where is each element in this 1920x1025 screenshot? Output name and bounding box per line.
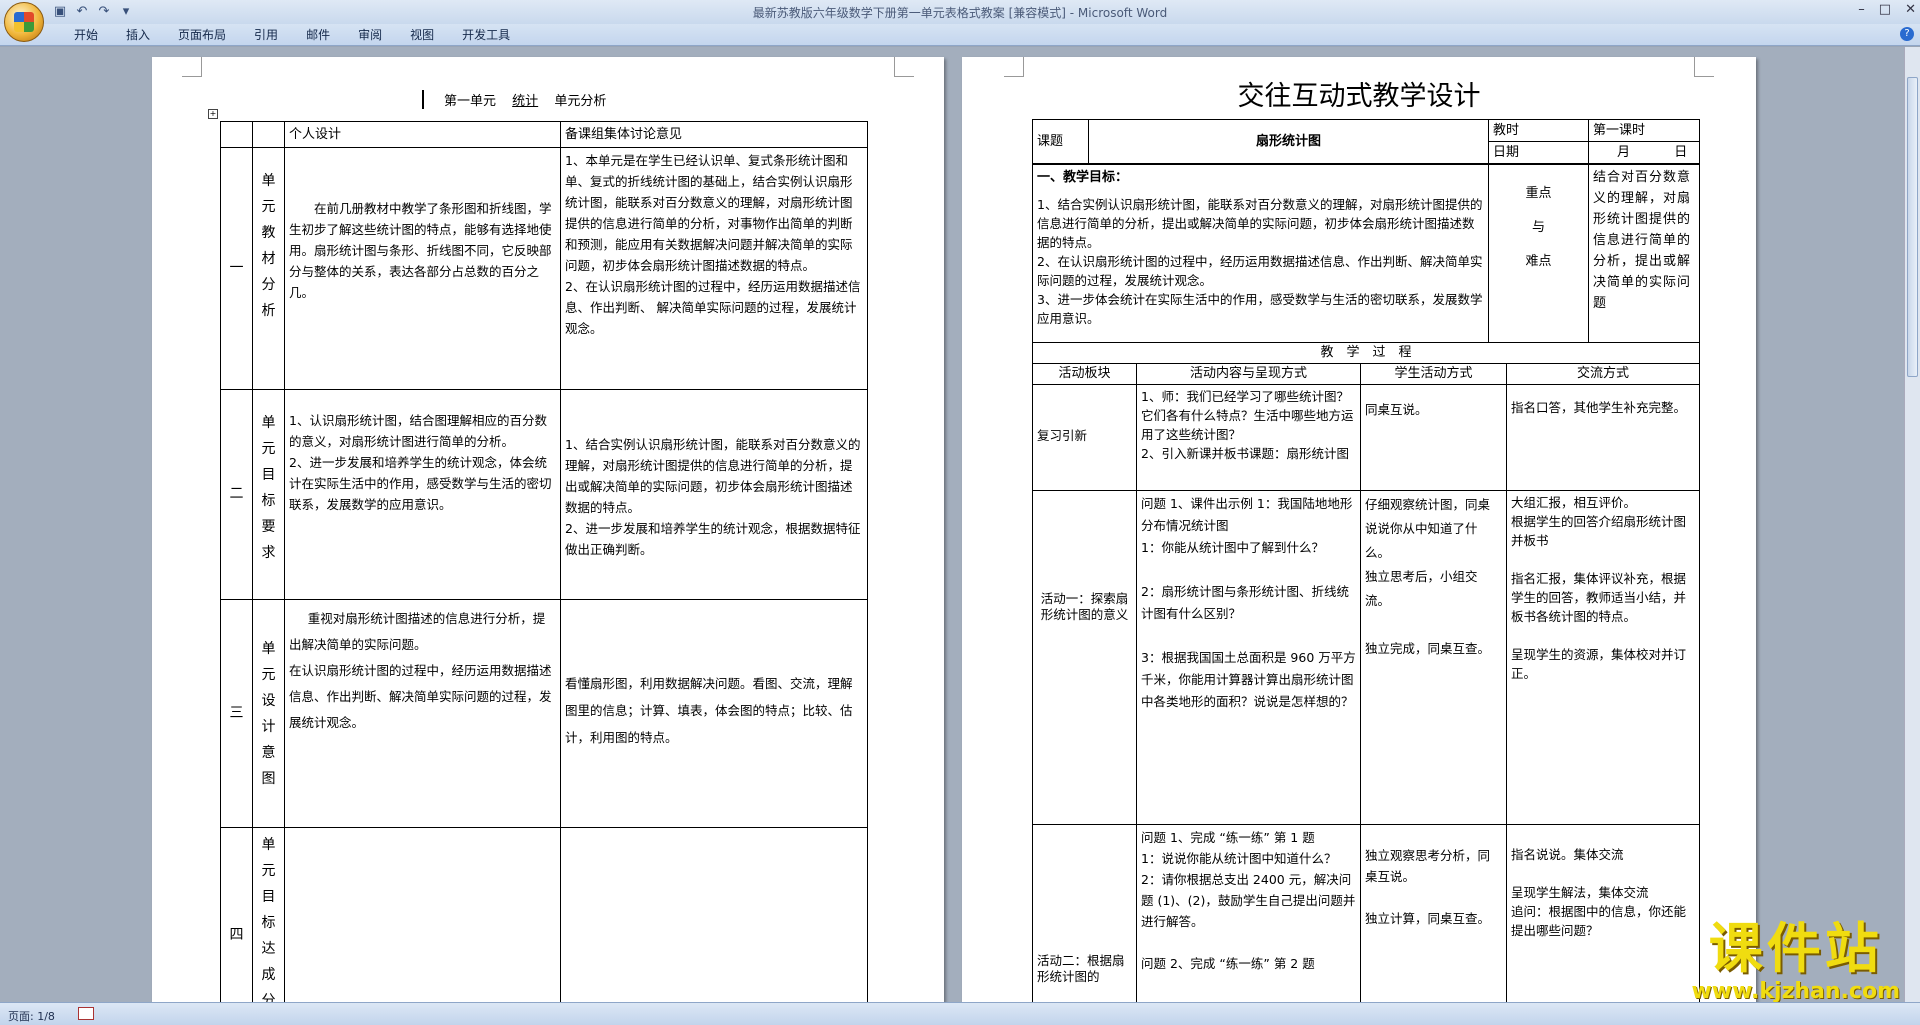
exchange-method[interactable]: 大组汇报，相互评价。 根据学生的回答介绍扇形统计图并板书 指名汇报，集体评议补充…	[1506, 490, 1700, 825]
personal-design-text[interactable]: 1、认识扇形统计图，结合图理解相应的百分数的意义，对扇形统计图进行简单的分析。 …	[284, 389, 561, 600]
row-number: 一	[220, 147, 253, 390]
tab-review[interactable]: 审阅	[344, 27, 396, 43]
row-number: 四	[220, 827, 253, 1002]
status-bar: 页面: 1/8	[0, 1002, 1920, 1025]
key-points-label: 重点 与 难点	[1488, 164, 1589, 343]
page-right: 交往互动式教学设计 课题 扇形统计图 教时 第一课时 日期 月 日 一、教学目标…	[962, 57, 1756, 1002]
group-opinion-text[interactable]: 1、结合实例认识扇形统计图，能联系对百分数意义的理解，对扇形统计图提供的信息进行…	[560, 389, 868, 600]
label-date: 日期	[1488, 141, 1589, 164]
unit-heading: 第一单元 统计 单元分析	[422, 90, 606, 109]
watermark-url: www.kjzhan.com	[1691, 979, 1900, 1004]
tab-view[interactable]: 视图	[396, 27, 448, 43]
heading-prefix: 第一单元	[444, 94, 497, 109]
document-workspace: 第一单元 统计 单元分析 + 个人设计 备课组集体讨论意见 一 单元教材分析 在…	[0, 47, 1904, 1002]
header-blank-cell	[252, 121, 285, 148]
title-bar: ▣ ↶ ↷ ▾ 最新苏教版六年级数学下册第一单元表格式教案 [兼容模式] - M…	[0, 0, 1920, 24]
tab-developer[interactable]: 开发工具	[448, 27, 524, 43]
unit-analysis-table: 个人设计 备课组集体讨论意见 一 单元教材分析 在前几册教材中教学了条形图和折线…	[220, 121, 868, 1002]
group-opinion-text[interactable]: 看懂扇形图，利用数据解决问题。看图、交流，理解图里的信息；计算、填表，体会图的特…	[560, 599, 868, 828]
exchange-method[interactable]: 指名说说。集体交流 呈现学生解法，集体交流 追问：根据图中的信息，你还能提出哪些…	[1506, 824, 1700, 1002]
goals-heading: 一、教学目标：	[1037, 170, 1129, 185]
group-opinion-text[interactable]: 1、本单元是在学生已经认识单、复式条形统计图和单、复式的折线统计图的基础上，结合…	[560, 147, 868, 390]
row-number: 二	[220, 389, 253, 600]
date-day: 日	[1674, 145, 1688, 160]
page-counter[interactable]: 页面: 1/8	[8, 1008, 55, 1024]
col-student-activity: 学生活动方式	[1360, 363, 1507, 385]
office-button[interactable]	[4, 2, 44, 42]
label-hours: 教时	[1488, 119, 1589, 142]
activity-content[interactable]: 问题 1、完成 “练一练” 第 1 题 1：说说你能从统计图中知道什么？ 2：请…	[1136, 824, 1361, 1002]
key-points-text[interactable]: 结合对百分数意义的理解，对扇形统计图提供的信息进行简单的分析，提出或解决简单的实…	[1588, 164, 1700, 343]
col-exchange: 交流方式	[1506, 363, 1700, 385]
tab-page-layout[interactable]: 页面布局	[164, 27, 240, 43]
lesson-date[interactable]: 月 日	[1588, 141, 1700, 164]
student-activity[interactable]: 独立观察思考分析，同桌互说。 独立计算，同桌互查。	[1360, 824, 1507, 1002]
vertical-scrollbar[interactable]	[1904, 47, 1920, 1002]
goals-table: 一、教学目标： 1、结合实例认识扇形统计图，能联系对百分数意义的理解，对扇形统计…	[1032, 164, 1700, 343]
watermark-logo: 课件站 www.kjzhan.com	[1691, 918, 1900, 1004]
close-icon[interactable]: ✕	[1905, 2, 1916, 17]
row-label: 单元目标达成分析	[252, 827, 285, 1002]
column-header-personal: 个人设计	[284, 121, 561, 148]
office-logo-icon	[14, 12, 34, 32]
margin-corner	[1004, 57, 1024, 77]
ribbon: 开始 插入 页面布局 引用 邮件 审阅 视图 开发工具 ?	[0, 24, 1920, 46]
goals-text: 1、结合实例认识扇形统计图，能联系对百分数意义的理解，对扇形统计图提供的信息进行…	[1037, 197, 1483, 326]
activity-content[interactable]: 1、师：我们已经学习了哪些统计图？它们各有什么特点？生活中哪些地方运用了这些统计…	[1136, 384, 1361, 491]
scrollbar-thumb[interactable]	[1907, 77, 1918, 377]
activity-content[interactable]: 问题 1、课件出示例 1：我国陆地地形分布情况统计图 1：你能从统计图中了解到什…	[1136, 490, 1361, 825]
row-number: 三	[220, 599, 253, 828]
tab-mailings[interactable]: 邮件	[292, 27, 344, 43]
col-activity-content: 活动内容与呈现方式	[1136, 363, 1361, 385]
activity-block: 活动一：探索扇形统计图的意义	[1032, 490, 1137, 825]
process-heading: 教 学 过 程	[1032, 342, 1700, 364]
watermark-text: 课件站	[1708, 917, 1883, 980]
lesson-hours[interactable]: 第一课时	[1588, 119, 1700, 142]
tab-home[interactable]: 开始	[60, 27, 112, 43]
tab-insert[interactable]: 插入	[112, 27, 164, 43]
student-activity[interactable]: 同桌互说。	[1360, 384, 1507, 491]
column-header-group: 备课组集体讨论意见	[560, 121, 868, 148]
table-move-handle-icon[interactable]: +	[208, 109, 218, 119]
goals-cell[interactable]: 一、教学目标： 1、结合实例认识扇形统计图，能联系对百分数意义的理解，对扇形统计…	[1032, 164, 1489, 343]
help-icon[interactable]: ?	[1900, 27, 1914, 41]
personal-design-text[interactable]: 在前几册教材中教学了条形图和折线图，学生初步了解这些统计图的特点，能够有选择地使…	[284, 147, 561, 390]
label-topic: 课题	[1032, 119, 1089, 164]
tab-references[interactable]: 引用	[240, 27, 292, 43]
row-label: 单元目标要求	[252, 389, 285, 600]
exchange-method[interactable]: 指名口答，其他学生补充完整。	[1506, 384, 1700, 491]
activity-block: 活动二：根据扇形统计图的	[1032, 824, 1137, 1002]
process-table: 教 学 过 程 活动板块 活动内容与呈现方式 学生活动方式 交流方式 复习引新 …	[1032, 342, 1700, 1002]
personal-design-text[interactable]: 重视对扇形统计图描述的信息进行分析，提出解决简单的实际问题。 在认识扇形统计图的…	[284, 599, 561, 828]
header-blank-cell	[220, 121, 253, 148]
student-activity[interactable]: 仔细观察统计图，同桌说说你从中知道了什么。 独立思考后，小组交流。 独立完成，同…	[1360, 490, 1507, 825]
col-activity-block: 活动板块	[1032, 363, 1137, 385]
heading-suffix: 单元分析	[554, 94, 607, 109]
row-label: 单元设计意图	[252, 599, 285, 828]
maximize-icon[interactable]: □	[1879, 2, 1891, 17]
lesson-info-table: 课题 扇形统计图 教时 第一课时 日期 月 日	[1032, 119, 1700, 164]
margin-corner	[182, 57, 202, 77]
minimize-icon[interactable]: –	[1858, 2, 1865, 17]
margin-corner	[894, 57, 914, 77]
ribbon-tabs: 开始 插入 页面布局 引用 邮件 审阅 视图 开发工具	[60, 27, 524, 43]
activity-block: 复习引新	[1032, 384, 1137, 491]
window-title: 最新苏教版六年级数学下册第一单元表格式教案 [兼容模式] - Microsoft…	[752, 6, 1168, 20]
heading-topic: 统计	[512, 94, 539, 109]
lesson-topic[interactable]: 扇形统计图	[1088, 119, 1489, 164]
group-opinion-text[interactable]	[560, 827, 868, 1002]
window-controls: – □ ✕	[1858, 2, 1916, 17]
page-left: 第一单元 统计 单元分析 + 个人设计 备课组集体讨论意见 一 单元教材分析 在…	[152, 57, 944, 1002]
proofing-icon[interactable]	[78, 1007, 94, 1020]
margin-corner	[1694, 57, 1714, 77]
document-title: 交往互动式教学设计	[1237, 81, 1481, 112]
row-label: 单元教材分析	[252, 147, 285, 390]
personal-design-text[interactable]	[284, 827, 561, 1002]
date-month: 月	[1617, 145, 1631, 160]
